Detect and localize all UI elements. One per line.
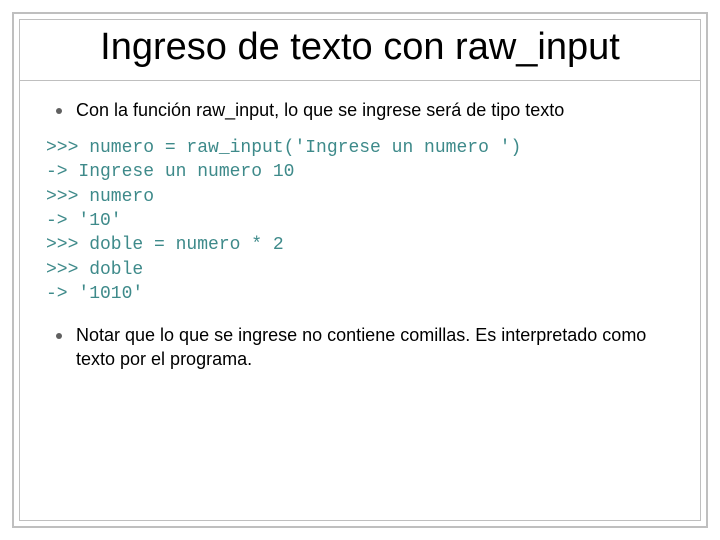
title-area: Ingreso de texto con raw_input [20, 20, 700, 80]
bullet-text: Notar que lo que se ingrese no contiene … [76, 324, 674, 371]
inner-frame: Ingreso de texto con raw_input Con la fu… [19, 19, 701, 521]
slide-title: Ingreso de texto con raw_input [30, 26, 690, 70]
bullet-row: Con la función raw_input, lo que se ingr… [46, 99, 674, 122]
slide: Ingreso de texto con raw_input Con la fu… [0, 0, 720, 540]
bullet-text: Con la función raw_input, lo que se ingr… [76, 99, 564, 122]
bullet-dot-icon [56, 333, 62, 339]
bullet-dot-icon [56, 108, 62, 114]
body-area: Con la función raw_input, lo que se ingr… [20, 81, 700, 520]
outer-frame: Ingreso de texto con raw_input Con la fu… [12, 12, 708, 528]
bullet-row: Notar que lo que se ingrese no contiene … [46, 324, 674, 371]
code-block: >>> numero = raw_input('Ingrese un numer… [46, 136, 674, 306]
